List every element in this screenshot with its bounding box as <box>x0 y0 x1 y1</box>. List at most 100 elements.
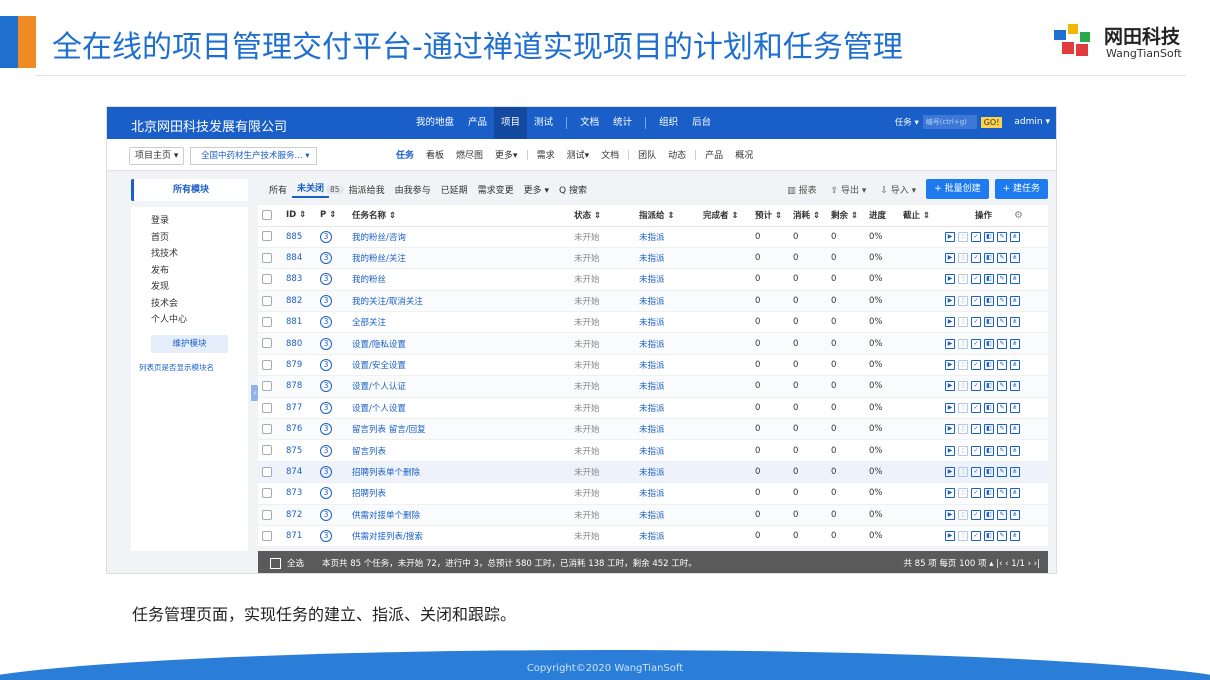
finish-icon[interactable]: ✓ <box>971 274 981 285</box>
pause-icon[interactable]: ▯ <box>958 424 968 435</box>
start-icon[interactable]: ▶ <box>945 231 955 242</box>
row-checkbox[interactable] <box>262 423 272 434</box>
header-checkbox[interactable] <box>262 210 272 220</box>
filter-all[interactable]: 所有 <box>264 183 292 196</box>
record-icon[interactable]: ◧ <box>984 402 994 413</box>
user-menu[interactable]: admin ▾ <box>1014 117 1050 127</box>
table-row[interactable]: 881 3 全部关注 未开始 未指派 0 0 0 0% ▶ ▯ ✓ ◧ ✎ ⋔ <box>258 311 1048 334</box>
record-icon[interactable]: ◧ <box>984 360 994 371</box>
table-row[interactable]: 873 3 招聘列表 未开始 未指派 0 0 0 0% ▶ ▯ ✓ ◧ ✎ ⋔ <box>258 482 1048 505</box>
finish-icon[interactable]: ✓ <box>971 424 981 435</box>
record-icon[interactable]: ◧ <box>984 531 994 542</box>
subtask-icon[interactable]: ⋔ <box>1010 531 1020 542</box>
subnav-story[interactable]: 需求 <box>531 148 561 161</box>
pause-icon[interactable]: ▯ <box>958 338 968 349</box>
subtask-icon[interactable]: ⋔ <box>1010 295 1020 306</box>
task-name-link[interactable]: 招聘列表单个删除 <box>348 461 570 484</box>
nav-test[interactable]: 测试 <box>527 107 560 139</box>
table-row[interactable]: 874 3 招聘列表单个删除 未开始 未指派 0 0 0 0% ▶ ▯ ✓ ◧ ✎ ⋔ <box>258 461 1048 484</box>
subnav-doc[interactable]: 文档 <box>595 148 625 161</box>
start-icon[interactable]: ▶ <box>945 317 955 328</box>
subtask-icon[interactable]: ⋔ <box>1010 445 1020 456</box>
subnav-dynamic[interactable]: 动态 <box>662 148 692 161</box>
pause-icon[interactable]: ▯ <box>958 488 968 499</box>
select-all-checkbox[interactable] <box>270 557 281 569</box>
task-assignee[interactable]: 未指派 <box>635 525 699 548</box>
search-type-select[interactable]: 任务 ▾ <box>895 116 919 128</box>
table-row[interactable]: 876 3 留言列表 留言/回复 未开始 未指派 0 0 0 0% ▶ ▯ ✓ ◧ ✎ ⋔ <box>258 418 1048 441</box>
row-checkbox[interactable] <box>262 488 272 499</box>
row-checkbox[interactable] <box>262 295 272 306</box>
start-icon[interactable]: ▶ <box>945 424 955 435</box>
row-select[interactable] <box>258 268 282 291</box>
row-checkbox[interactable] <box>262 231 272 242</box>
task-name-link[interactable]: 设置/安全设置 <box>348 354 570 377</box>
start-icon[interactable]: ▶ <box>945 402 955 413</box>
filter-delayed[interactable]: 已延期 <box>436 183 473 196</box>
nav-org[interactable]: 组织 <box>652 107 685 139</box>
row-select[interactable] <box>258 311 282 334</box>
row-select[interactable] <box>258 226 282 248</box>
row-select[interactable] <box>258 504 282 526</box>
breadcrumb-project-select[interactable]: 全国中药材生产技术服务... ▾ <box>190 147 317 165</box>
task-assignee[interactable]: 未指派 <box>635 290 699 313</box>
filter-involved[interactable]: 由我参与 <box>390 183 436 196</box>
row-checkbox[interactable] <box>262 466 272 477</box>
finish-icon[interactable]: ✓ <box>971 295 981 306</box>
row-select[interactable] <box>258 332 282 355</box>
record-icon[interactable]: ◧ <box>984 253 994 264</box>
table-row[interactable]: 883 3 我的粉丝 未开始 未指派 0 0 0 0% ▶ ▯ ✓ ◧ ✎ ⋔ <box>258 268 1048 291</box>
task-name-link[interactable]: 我的粉丝 <box>348 268 570 291</box>
task-assignee[interactable]: 未指派 <box>635 226 699 248</box>
record-icon[interactable]: ◧ <box>984 509 994 520</box>
pause-icon[interactable]: ▯ <box>958 360 968 371</box>
edit-icon[interactable]: ✎ <box>997 466 1007 477</box>
pause-icon[interactable]: ▯ <box>958 445 968 456</box>
task-name-link[interactable]: 我的关注/取消关注 <box>348 290 570 313</box>
select-all-label[interactable]: 全选 <box>287 557 304 569</box>
row-checkbox[interactable] <box>262 509 272 520</box>
row-checkbox[interactable] <box>262 381 272 392</box>
record-icon[interactable]: ◧ <box>984 488 994 499</box>
edit-icon[interactable]: ✎ <box>997 338 1007 349</box>
table-row[interactable]: 878 3 设置/个人认证 未开始 未指派 0 0 0 0% ▶ ▯ ✓ ◧ ✎ ⋔ <box>258 375 1048 398</box>
row-checkbox[interactable] <box>262 402 272 413</box>
pause-icon[interactable]: ▯ <box>958 466 968 477</box>
row-select[interactable] <box>258 525 282 548</box>
row-select[interactable] <box>258 290 282 313</box>
start-icon[interactable]: ▶ <box>945 338 955 349</box>
export-button[interactable]: ⇪ 导出 ▾ <box>827 183 871 196</box>
table-row[interactable]: 885 3 我的粉丝/咨询 未开始 未指派 0 0 0 0% ▶ ▯ ✓ ◧ ✎ ⋔ <box>258 226 1048 248</box>
record-icon[interactable]: ◧ <box>984 338 994 349</box>
subnav-team[interactable]: 团队 <box>632 148 662 161</box>
quick-search-input[interactable]: 编号(ctrl+g) <box>922 115 977 129</box>
edit-icon[interactable]: ✎ <box>997 402 1007 413</box>
finish-icon[interactable]: ✓ <box>971 338 981 349</box>
row-select[interactable] <box>258 247 282 270</box>
task-name-link[interactable]: 留言列表 留言/回复 <box>348 418 570 441</box>
row-checkbox[interactable] <box>262 338 272 349</box>
filter-story-changed[interactable]: 需求变更 <box>473 183 519 196</box>
filter-assigned-to-me[interactable]: 指派给我 <box>344 183 390 196</box>
subnav-test[interactable]: 测试▾ <box>561 148 596 161</box>
task-assignee[interactable]: 未指派 <box>635 482 699 505</box>
subtask-icon[interactable]: ⋔ <box>1010 509 1020 520</box>
start-icon[interactable]: ▶ <box>945 360 955 371</box>
subtask-icon[interactable]: ⋔ <box>1010 402 1020 413</box>
pause-icon[interactable]: ▯ <box>958 402 968 413</box>
subtask-icon[interactable]: ⋔ <box>1010 317 1020 328</box>
subtask-icon[interactable]: ⋔ <box>1010 338 1020 349</box>
finish-icon[interactable]: ✓ <box>971 509 981 520</box>
subnav-burndown[interactable]: 燃尽图 <box>450 148 489 161</box>
edit-icon[interactable]: ✎ <box>997 445 1007 456</box>
record-icon[interactable]: ◧ <box>984 231 994 242</box>
company-brand[interactable]: 北京网田科技发展有限公司 <box>131 116 287 135</box>
pause-icon[interactable]: ▯ <box>958 509 968 520</box>
row-checkbox[interactable] <box>262 445 272 456</box>
start-icon[interactable]: ▶ <box>945 488 955 499</box>
create-task-button[interactable]: + 建任务 <box>994 179 1048 199</box>
subtask-icon[interactable]: ⋔ <box>1010 424 1020 435</box>
module-item[interactable]: 发现 <box>151 279 248 296</box>
start-icon[interactable]: ▶ <box>945 253 955 264</box>
start-icon[interactable]: ▶ <box>945 466 955 477</box>
